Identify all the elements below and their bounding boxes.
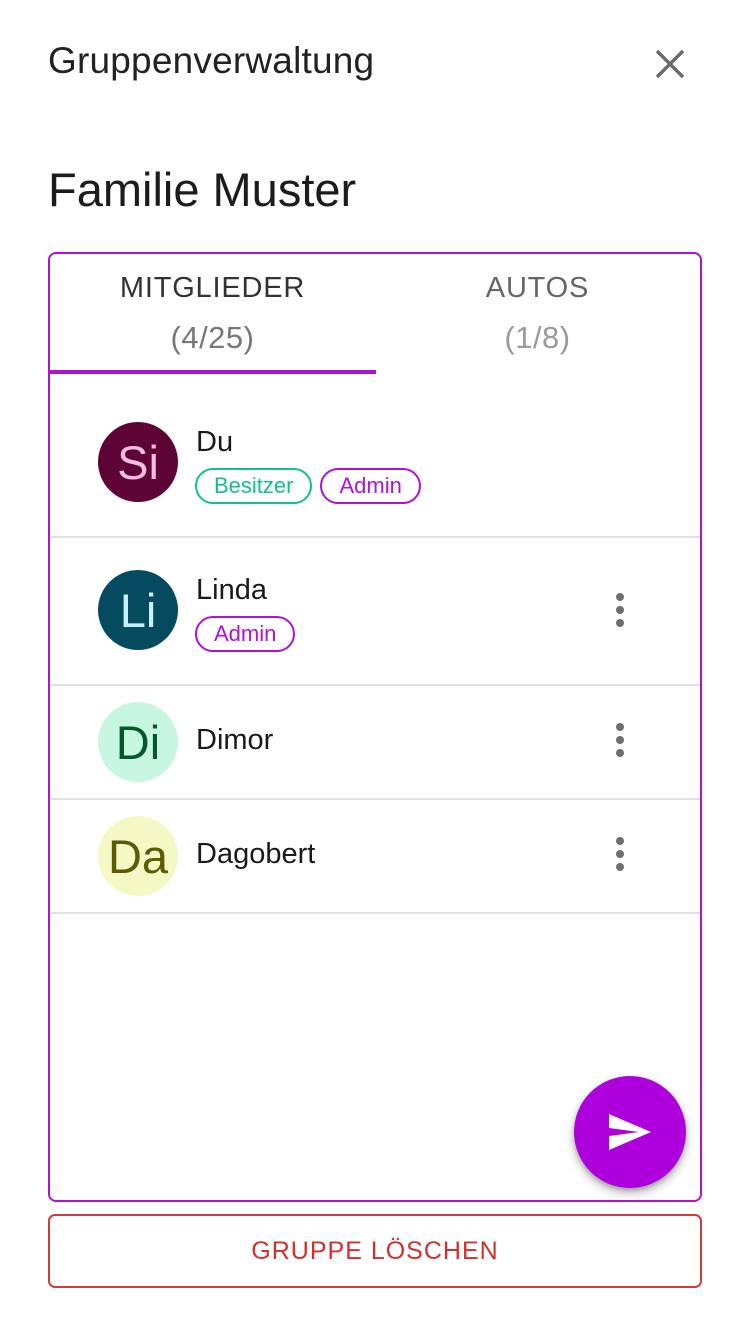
tab-members[interactable]: MITGLIEDER (4/25): [50, 254, 375, 375]
avatar: Li: [98, 570, 178, 650]
member-row: Da Dagobert: [50, 800, 700, 914]
avatar-initials: Li: [119, 583, 157, 637]
badge-admin: Admin: [195, 616, 296, 652]
more-options-button[interactable]: [596, 582, 644, 638]
more-options-button[interactable]: [596, 826, 644, 882]
member-name: Dagobert: [196, 838, 316, 870]
member-name: Linda: [196, 574, 267, 606]
more-vert-icon-dot: [616, 619, 624, 627]
avatar-initials: Si: [117, 435, 159, 489]
more-vert-icon-dot: [616, 850, 624, 858]
avatar: Si: [98, 422, 178, 502]
member-row: Li Linda Admin: [50, 538, 700, 686]
close-icon: [655, 49, 685, 79]
tab-cars-label: AUTOS: [485, 272, 590, 304]
member-row: Si Du Besitzer Admin: [50, 390, 700, 538]
send-invite-button[interactable]: [574, 1076, 686, 1188]
avatar: Di: [98, 702, 178, 782]
more-options-button[interactable]: [596, 712, 644, 768]
more-vert-icon: [616, 593, 624, 601]
role-badges: Admin: [195, 616, 296, 652]
role-badges: Besitzer Admin: [195, 468, 421, 504]
delete-group-button[interactable]: GRUPPE LÖSCHEN: [48, 1214, 702, 1288]
avatar-initials: Da: [107, 829, 169, 883]
close-button[interactable]: [640, 34, 700, 94]
more-vert-icon-dot: [616, 606, 624, 614]
more-vert-icon-dot: [616, 749, 624, 757]
avatar: Da: [98, 816, 178, 896]
more-vert-icon: [616, 837, 624, 845]
member-name: Dimor: [196, 724, 274, 756]
tab-bar: MITGLIEDER (4/25) AUTOS (1/8): [50, 254, 700, 375]
badge-owner: Besitzer: [195, 468, 313, 504]
badge-admin: Admin: [320, 468, 421, 504]
more-vert-icon-dot: [616, 736, 624, 744]
tab-cars[interactable]: AUTOS (1/8): [375, 254, 700, 375]
tab-members-label: MITGLIEDER: [119, 272, 306, 304]
page-title: Gruppenverwaltung: [48, 40, 375, 81]
member-name: Du: [196, 426, 234, 458]
group-name: Familie Muster: [48, 163, 357, 216]
member-row: Di Dimor: [50, 686, 700, 800]
members-card: MITGLIEDER (4/25) AUTOS (1/8) Si Du Besi…: [48, 252, 702, 1202]
tab-members-count: (4/25): [170, 320, 255, 355]
tab-indicator: [50, 370, 376, 374]
more-vert-icon: [616, 723, 624, 731]
avatar-initials: Di: [115, 715, 161, 769]
send-icon: [609, 1114, 651, 1150]
tab-cars-count: (1/8): [504, 320, 571, 355]
more-vert-icon-dot: [616, 863, 624, 871]
